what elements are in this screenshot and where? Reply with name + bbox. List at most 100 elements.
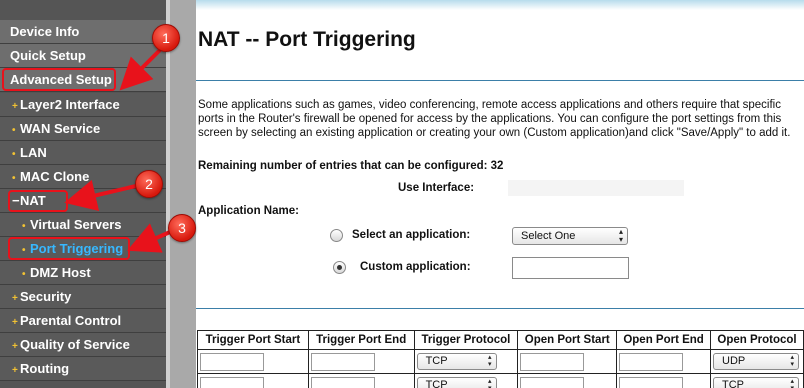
sidebar-item-device-info[interactable]: Device Info xyxy=(0,20,166,44)
sidebar-item-quick-setup[interactable]: Quick Setup xyxy=(0,44,166,68)
frame-divider-highlight xyxy=(166,0,170,388)
column-header: Open Protocol xyxy=(710,330,804,350)
open-port-end-input[interactable] xyxy=(619,376,684,388)
column-header: Open Port End xyxy=(616,330,711,350)
table-cell xyxy=(517,373,618,388)
sidebar-item-quality-of-service[interactable]: + Quality of Service xyxy=(0,333,166,357)
table-header-row: Trigger Port Start Trigger Port End Trig… xyxy=(197,330,804,350)
sidebar-item-virtual-servers[interactable]: • Virtual Servers xyxy=(0,213,166,237)
custom-application-radio[interactable] xyxy=(333,261,346,274)
select-arrows-icon: ▴▾ xyxy=(488,378,492,388)
trigger-port-end-input[interactable] xyxy=(310,376,375,388)
select-application-label: Select an application: xyxy=(352,229,471,241)
open-port-end-input[interactable] xyxy=(619,352,684,371)
column-header: Trigger Protocol xyxy=(413,330,519,350)
sidebar-item-label: Quality of Service xyxy=(20,337,130,352)
plus-icon: + xyxy=(12,101,18,112)
sidebar-item-label: Device Info xyxy=(10,24,80,39)
sidebar-item-label: Security xyxy=(20,289,72,304)
divider xyxy=(196,308,804,309)
sidebar-item-wan-service[interactable]: • WAN Service xyxy=(0,117,166,141)
select-arrows-icon: ▴▾ xyxy=(790,378,794,388)
open-protocol-value: TCP xyxy=(722,379,744,388)
bullet-icon: • xyxy=(12,125,16,136)
top-banner-strip xyxy=(196,0,804,10)
frame-divider xyxy=(166,0,196,388)
sidebar-item-label: LAN xyxy=(20,145,47,160)
table-cell xyxy=(307,349,415,374)
sidebar-item-label: MAC Clone xyxy=(20,169,90,184)
highlight-port-triggering xyxy=(8,237,130,260)
radio-selected-dot xyxy=(337,265,342,270)
table-row: TCP ▴▾ TCP ▴▾ xyxy=(197,373,804,388)
bullet-icon: • xyxy=(12,173,16,184)
table-cell xyxy=(307,373,415,388)
step-2-badge: 2 xyxy=(135,170,163,198)
table-cell: TCP ▴▾ xyxy=(413,373,519,388)
table-cell xyxy=(616,373,711,388)
table-cell xyxy=(616,349,711,374)
plus-icon: + xyxy=(12,317,18,328)
select-arrows-icon: ▴▾ xyxy=(618,227,623,244)
plus-icon: + xyxy=(12,293,18,304)
sidebar-item-security[interactable]: + Security xyxy=(0,285,166,309)
sidebar-item-label: Routing xyxy=(20,361,70,376)
sidebar-item-parental-control[interactable]: + Parental Control xyxy=(0,309,166,333)
open-port-start-input[interactable] xyxy=(520,376,585,388)
select-application-radio[interactable] xyxy=(330,229,343,242)
trigger-protocol-select[interactable]: TCP ▴▾ xyxy=(416,377,497,388)
trigger-protocol-value: TCP xyxy=(425,355,448,367)
sidebar-item-layer2-interface[interactable]: + Layer2 Interface xyxy=(0,93,166,117)
sidebar-item-label: WAN Service xyxy=(20,121,101,136)
step-1-badge: 1 xyxy=(152,24,180,52)
sidebar-item-dmz-host[interactable]: • DMZ Host xyxy=(0,261,166,285)
select-arrows-icon: ▴▾ xyxy=(488,354,492,368)
trigger-port-start-input[interactable] xyxy=(200,352,264,371)
trigger-port-end-input[interactable] xyxy=(310,352,375,371)
sidebar-item-label: Parental Control xyxy=(20,313,122,328)
custom-application-label: Custom application: xyxy=(360,261,471,273)
divider xyxy=(196,80,804,81)
highlight-nat xyxy=(8,190,68,212)
sidebar-item-label: DMZ Host xyxy=(30,265,91,280)
sidebar-item-label: Virtual Servers xyxy=(30,217,122,232)
table-cell xyxy=(197,373,309,388)
open-protocol-select[interactable]: TCP ▴▾ xyxy=(713,377,799,388)
table-cell xyxy=(197,349,309,374)
column-header: Trigger Port Start xyxy=(197,330,309,350)
table-cell: TCP ▴▾ xyxy=(413,349,519,374)
highlight-advanced-setup xyxy=(2,68,116,91)
bullet-icon: • xyxy=(12,149,16,160)
column-header: Trigger Port End xyxy=(307,330,415,350)
open-protocol-value: UDP xyxy=(722,355,746,367)
use-interface-label: Use Interface: xyxy=(398,182,475,194)
application-select-value: Select One xyxy=(521,230,576,242)
table-cell xyxy=(517,349,618,374)
plus-icon: + xyxy=(12,365,18,376)
select-arrows-icon: ▴▾ xyxy=(790,354,794,368)
sidebar-item-label: Layer2 Interface xyxy=(20,97,120,112)
table-cell: TCP ▴▾ xyxy=(710,373,804,388)
table-cell: UDP ▴ ▾ xyxy=(710,349,804,374)
open-protocol-select[interactable]: UDP ▴ ▾ xyxy=(713,353,799,370)
remaining-entries-text: Remaining number of entries that can be … xyxy=(198,160,504,172)
intro-text: Some applications such as games, video c… xyxy=(198,99,791,139)
sidebar-item-routing[interactable]: + Routing xyxy=(0,357,166,381)
trigger-protocol-value: TCP xyxy=(425,379,448,388)
use-interface-value xyxy=(508,180,684,196)
plus-icon: + xyxy=(12,341,18,352)
trigger-port-start-input[interactable] xyxy=(200,376,264,388)
trigger-protocol-select[interactable]: TCP ▴▾ xyxy=(416,353,497,370)
application-select[interactable]: Select One ▴ ▾ xyxy=(512,227,628,245)
table-row: TCP ▴ ▾ UDP ▴ ▾ xyxy=(197,349,804,374)
custom-application-input[interactable] xyxy=(512,257,629,279)
bullet-icon: • xyxy=(22,269,26,280)
port-table: Trigger Port Start Trigger Port End Trig… xyxy=(197,330,804,388)
open-port-start-input[interactable] xyxy=(520,352,585,371)
sidebar-item-lan[interactable]: • LAN xyxy=(0,141,166,165)
sidebar-item-label: Quick Setup xyxy=(10,48,86,63)
step-3-badge: 3 xyxy=(168,214,196,242)
bullet-icon: • xyxy=(22,221,26,232)
application-name-label: Application Name: xyxy=(198,205,299,217)
column-header: Open Port Start xyxy=(517,330,618,350)
